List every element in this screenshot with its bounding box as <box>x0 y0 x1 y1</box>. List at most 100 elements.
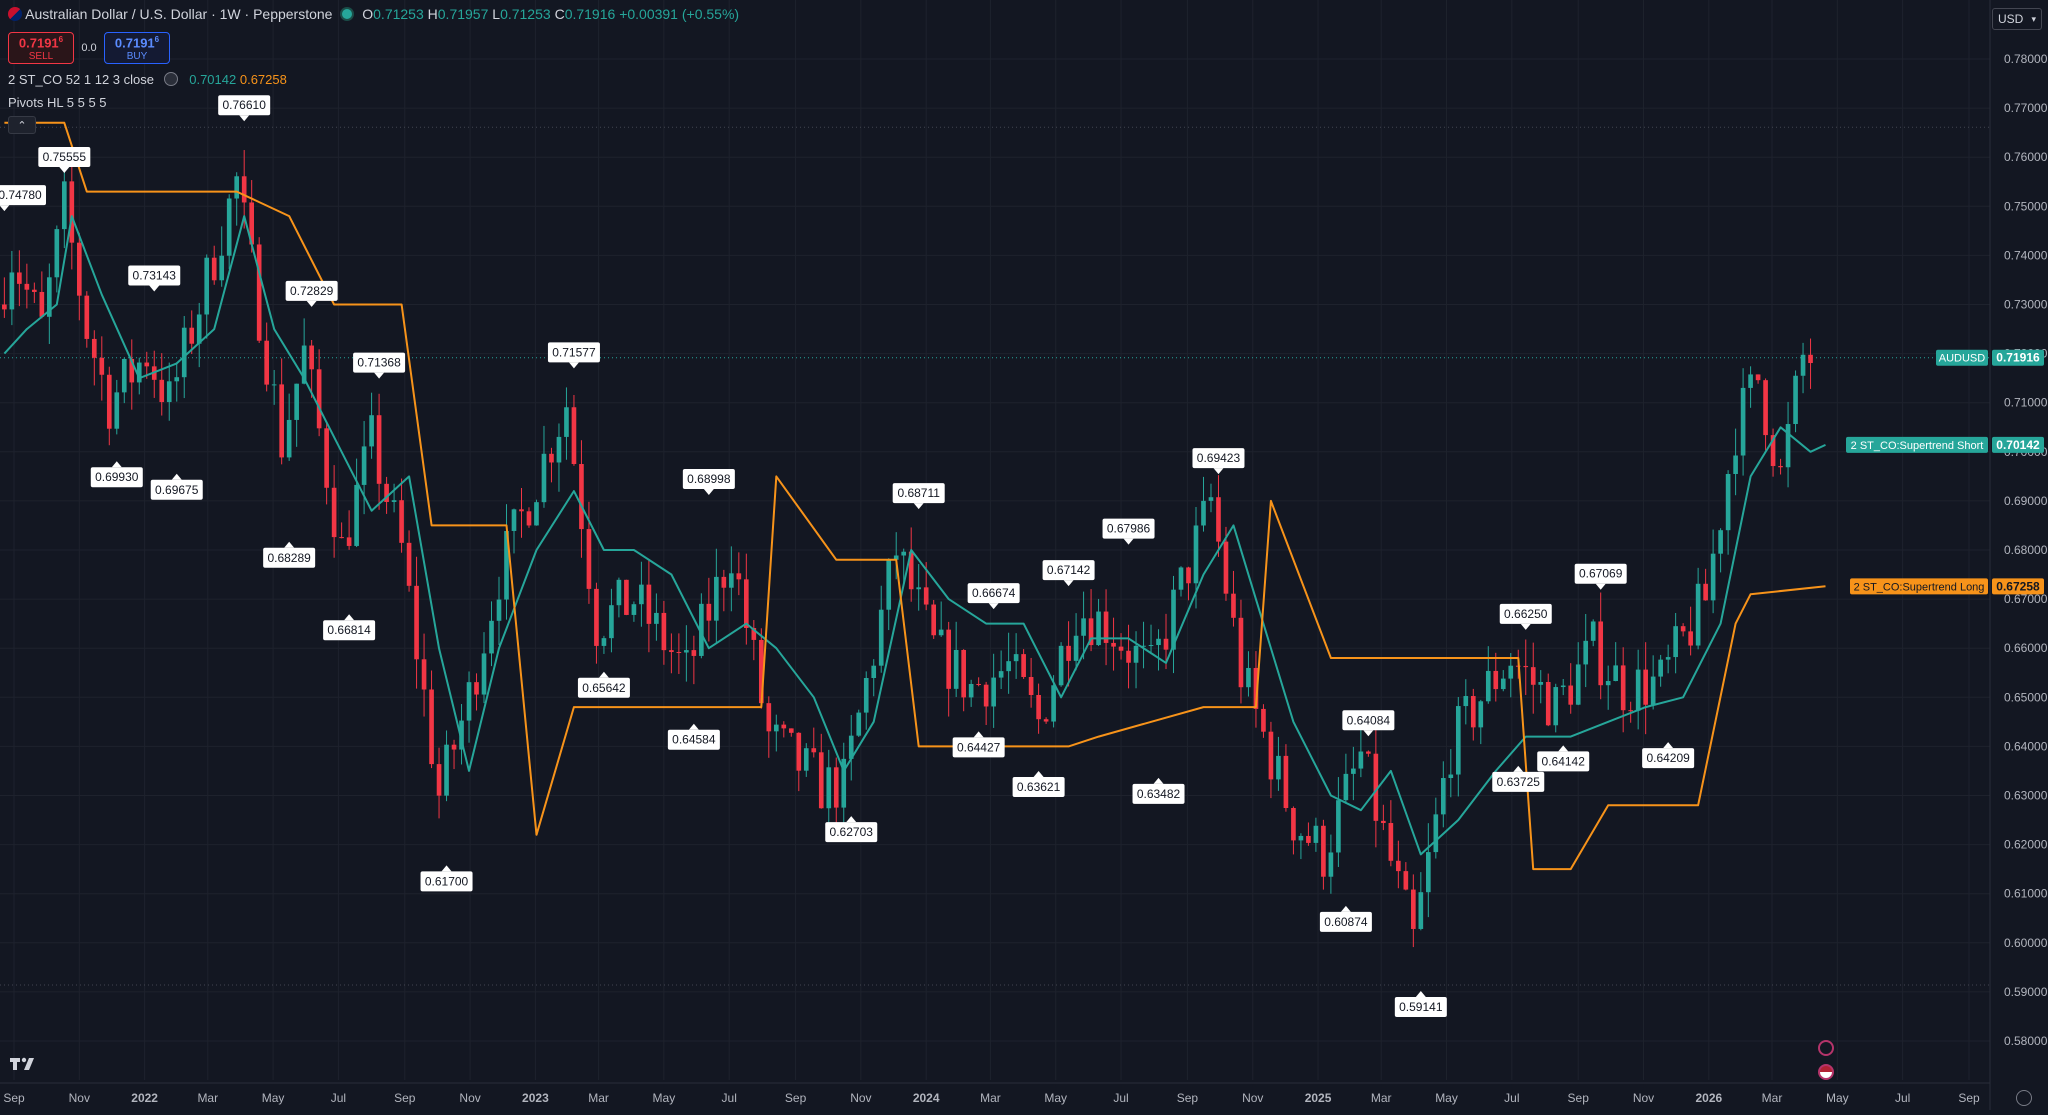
chart-settings-icon[interactable] <box>2016 1090 2032 1106</box>
candle-up <box>1193 525 1199 584</box>
pivot-label-text: 0.74780 <box>0 188 42 202</box>
candle-up <box>729 573 734 588</box>
candle-down <box>1545 682 1551 726</box>
candle-up <box>1590 621 1596 641</box>
pivots-name: Pivots HL 5 5 5 5 <box>8 95 107 110</box>
x-tick-label: Sep <box>1568 1091 1590 1105</box>
candle-up <box>856 712 862 736</box>
candle-up <box>541 453 547 503</box>
lightning-event-icon[interactable] <box>1818 1040 1834 1056</box>
x-tick-label: Jul <box>722 1091 737 1105</box>
supertrend-short-value-text: 0.70142 <box>1996 438 2040 452</box>
candle-up <box>1785 424 1791 468</box>
candle-down <box>1396 860 1401 872</box>
candle-up <box>1448 774 1454 779</box>
candle-down <box>1036 694 1041 720</box>
candle-down <box>721 576 727 588</box>
pivot-label-text: 0.64084 <box>1347 713 1391 727</box>
y-tick-label: 0.77000 <box>2004 101 2048 115</box>
candle-down <box>414 585 419 660</box>
candle-up <box>1538 682 1544 685</box>
candle-up <box>714 576 719 621</box>
candle-up <box>1418 892 1424 929</box>
y-tick-label: 0.65000 <box>2004 690 2048 704</box>
tradingview-logo-icon[interactable] <box>10 1056 40 1072</box>
x-tick-label: 2023 <box>522 1091 549 1105</box>
candle-up <box>1201 500 1206 526</box>
x-tick-label: Mar <box>1371 1091 1392 1105</box>
candle-down <box>594 588 599 646</box>
candle-down <box>1568 685 1574 705</box>
buy-button[interactable]: 0.71916 BUY <box>104 32 170 64</box>
candle-up <box>998 671 1004 678</box>
candle-up <box>234 176 240 199</box>
pivot-label-text: 0.71368 <box>357 356 401 370</box>
candle-up <box>204 257 210 315</box>
candle-down <box>99 357 105 375</box>
collapse-legend-button[interactable]: ⌃ <box>8 116 36 134</box>
supertrend-name: 2 ST_CO 52 1 12 3 close <box>8 72 154 87</box>
high-label: H <box>427 6 438 22</box>
candle-up <box>1081 618 1086 636</box>
candle-down <box>429 689 434 765</box>
pivot-label-text: 0.67069 <box>1579 567 1623 581</box>
us-flag-event-icon[interactable] <box>1818 1064 1834 1080</box>
candle-up <box>1740 387 1746 456</box>
candle-down <box>189 327 195 344</box>
candle-down <box>1808 354 1813 364</box>
pivot-label-text: 0.69675 <box>155 483 199 497</box>
last-price-value-text: 0.71916 <box>1996 351 2040 365</box>
y-tick-label: 0.78000 <box>2004 52 2048 66</box>
candle-up <box>271 384 277 386</box>
x-tick-label: Jul <box>1113 1091 1128 1105</box>
supertrend-indicator-legend[interactable]: 2 ST_CO 52 1 12 3 close 0.70142 0.67258 <box>8 72 287 87</box>
candle-up <box>1351 768 1356 774</box>
candle-down <box>264 340 269 385</box>
candle-up <box>1605 681 1611 686</box>
pivot-label-text: 0.64209 <box>1646 751 1690 765</box>
chart-area[interactable]: 0.58000 0.59000 0.60000 0.61000 0.62000 0.630… <box>0 0 2048 1110</box>
y-tick-label: 0.58000 <box>2004 1034 2048 1048</box>
y-tick-label: 0.63000 <box>2004 789 2048 803</box>
candle-up <box>181 327 187 378</box>
currency-selector[interactable]: USD ▾ <box>1992 8 2042 30</box>
low-label: L <box>492 6 501 22</box>
price-chart[interactable]: 0.58000 0.59000 0.60000 0.61000 0.62000 0.630… <box>0 0 2048 1110</box>
pivots-indicator-legend[interactable]: Pivots HL 5 5 5 5 <box>8 95 107 110</box>
candle-up <box>639 584 644 605</box>
x-tick-label: 2022 <box>131 1091 158 1105</box>
y-tick-label: 0.60000 <box>2004 936 2048 950</box>
supertrend-long-value-text: 0.67258 <box>1996 579 2040 593</box>
candle-down <box>1268 731 1274 780</box>
candle-down <box>1021 654 1026 678</box>
candle-down <box>976 683 981 685</box>
indicator-settings-icon[interactable] <box>163 72 178 86</box>
candle-up <box>901 551 907 556</box>
candle-up <box>1665 657 1671 660</box>
candle-up <box>1433 814 1439 853</box>
candle-up <box>556 436 562 463</box>
y-tick-label: 0.64000 <box>2004 739 2048 753</box>
candle-up <box>174 377 180 382</box>
symbol-title[interactable]: Australian Dollar / U.S. Dollar · 1W · P… <box>25 6 332 22</box>
sell-button[interactable]: 0.71916 SELL <box>8 32 74 64</box>
candle-up <box>354 484 359 546</box>
sell-price-sup: 6 <box>58 35 64 45</box>
pivot-label-text: 0.72829 <box>290 284 334 298</box>
ohlc-values: O0.71253 H0.71957 L0.71253 C0.71916 +0.0… <box>362 6 739 22</box>
x-tick-label: 2025 <box>1305 1091 1332 1105</box>
candle-up <box>1440 778 1446 815</box>
chevron-up-icon: ⌃ <box>17 119 27 132</box>
candle-up <box>1426 852 1431 893</box>
candle-up <box>1455 706 1461 775</box>
pivot-label-text: 0.69423 <box>1197 451 1241 465</box>
candle-up <box>361 446 367 485</box>
candle-up <box>878 609 884 666</box>
candle-down <box>646 584 652 624</box>
pivot-label-text: 0.66674 <box>972 586 1016 600</box>
candle-up <box>1178 567 1184 590</box>
candle-up <box>1328 852 1334 877</box>
pivot-label-text: 0.68711 <box>897 486 940 500</box>
candle-down <box>1366 751 1371 754</box>
y-tick-label: 0.74000 <box>2004 248 2048 262</box>
